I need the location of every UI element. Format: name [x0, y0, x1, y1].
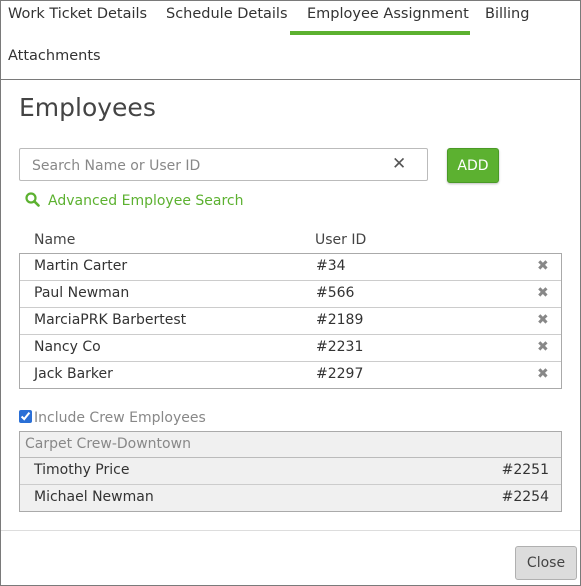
- table-row: Michael Newman #2254: [20, 485, 561, 511]
- section-title: Employees: [19, 93, 156, 122]
- crew-name-header: Carpet Crew-Downtown: [20, 432, 561, 458]
- employee-assignment-dialog: Work Ticket Details Schedule Details Emp…: [0, 0, 581, 586]
- employee-name: Nancy Co: [34, 339, 101, 355]
- remove-icon[interactable]: ✖: [537, 258, 549, 274]
- tab-attachments[interactable]: Attachments: [8, 48, 101, 64]
- remove-icon[interactable]: ✖: [537, 366, 549, 382]
- column-header-user-id: User ID: [315, 232, 367, 248]
- employee-user-id: #2189: [316, 312, 364, 328]
- table-row: Paul Newman #566 ✖: [20, 281, 561, 308]
- crew-member-user-id: #2254: [501, 489, 549, 505]
- close-icon[interactable]: ✕: [392, 154, 406, 174]
- crew-member-user-id: #2251: [501, 462, 549, 478]
- table-row: Martin Carter #34 ✖: [20, 254, 561, 281]
- active-tab-indicator: [290, 31, 470, 35]
- employee-user-id: #566: [316, 285, 355, 301]
- remove-icon[interactable]: ✖: [537, 339, 549, 355]
- employee-user-id: #2297: [316, 366, 364, 382]
- employee-user-id: #2231: [316, 339, 364, 355]
- tab-bar: Work Ticket Details Schedule Details Emp…: [1, 1, 580, 80]
- search-icon: [25, 192, 40, 207]
- employee-user-id: #34: [316, 258, 346, 274]
- include-crew-checkbox[interactable]: [19, 410, 32, 423]
- crew-member-name: Michael Newman: [34, 489, 154, 505]
- remove-icon[interactable]: ✖: [537, 285, 549, 301]
- tab-billing[interactable]: Billing: [485, 6, 529, 22]
- advanced-employee-search-link[interactable]: Advanced Employee Search: [25, 192, 244, 209]
- crew-member-name: Timothy Price: [34, 462, 130, 478]
- employee-search-input[interactable]: [30, 155, 384, 177]
- tab-work-ticket-details[interactable]: Work Ticket Details: [8, 6, 147, 22]
- employee-name: Jack Barker: [34, 366, 113, 382]
- table-row: Jack Barker #2297 ✖: [20, 362, 561, 388]
- employee-name: Paul Newman: [34, 285, 130, 301]
- employee-name: MarciaPRK Barbertest: [34, 312, 187, 328]
- include-crew-employees[interactable]: Include Crew Employees: [19, 410, 206, 426]
- footer-divider: [1, 530, 580, 531]
- crew-table: Carpet Crew-Downtown Timothy Price #2251…: [19, 431, 562, 512]
- employee-name: Martin Carter: [34, 258, 128, 274]
- include-crew-label: Include Crew Employees: [34, 410, 206, 426]
- tab-employee-assignment[interactable]: Employee Assignment: [307, 6, 469, 22]
- close-button[interactable]: Close: [515, 546, 577, 580]
- remove-icon[interactable]: ✖: [537, 312, 549, 328]
- column-header-name: Name: [34, 232, 76, 248]
- crew-name: Carpet Crew-Downtown: [25, 436, 191, 452]
- tab-schedule-details[interactable]: Schedule Details: [166, 6, 288, 22]
- table-row: MarciaPRK Barbertest #2189 ✖: [20, 308, 561, 335]
- employee-table: Martin Carter #34 ✖ Paul Newman #566 ✖ M…: [19, 253, 562, 389]
- add-button[interactable]: ADD: [447, 148, 499, 183]
- table-row: Timothy Price #2251: [20, 458, 561, 485]
- advanced-employee-search-label: Advanced Employee Search: [48, 193, 244, 209]
- table-row: Nancy Co #2231 ✖: [20, 335, 561, 362]
- employee-search-box: ✕: [19, 148, 428, 181]
